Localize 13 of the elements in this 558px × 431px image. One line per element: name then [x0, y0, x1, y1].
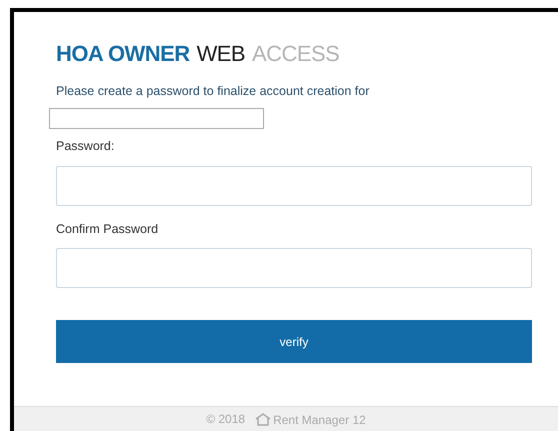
instruction-text: Please create a password to finalize account creation for [56, 83, 370, 100]
copyright-text: © 2018 [206, 413, 246, 425]
verify-button[interactable]: verify [56, 320, 532, 364]
page-title: ACCESS [252, 40, 340, 68]
field-label: Confirm Password [56, 220, 160, 238]
account-field[interactable] [49, 108, 264, 129]
house-icon [255, 413, 272, 426]
page-title: HOA OWNER [56, 40, 190, 68]
field-label: Password: [56, 138, 116, 155]
password-field[interactable] [56, 166, 532, 206]
page-title: WEB [196, 40, 246, 68]
brand-text: Rent Manager 12 [273, 414, 366, 426]
password-field[interactable] [56, 248, 532, 288]
